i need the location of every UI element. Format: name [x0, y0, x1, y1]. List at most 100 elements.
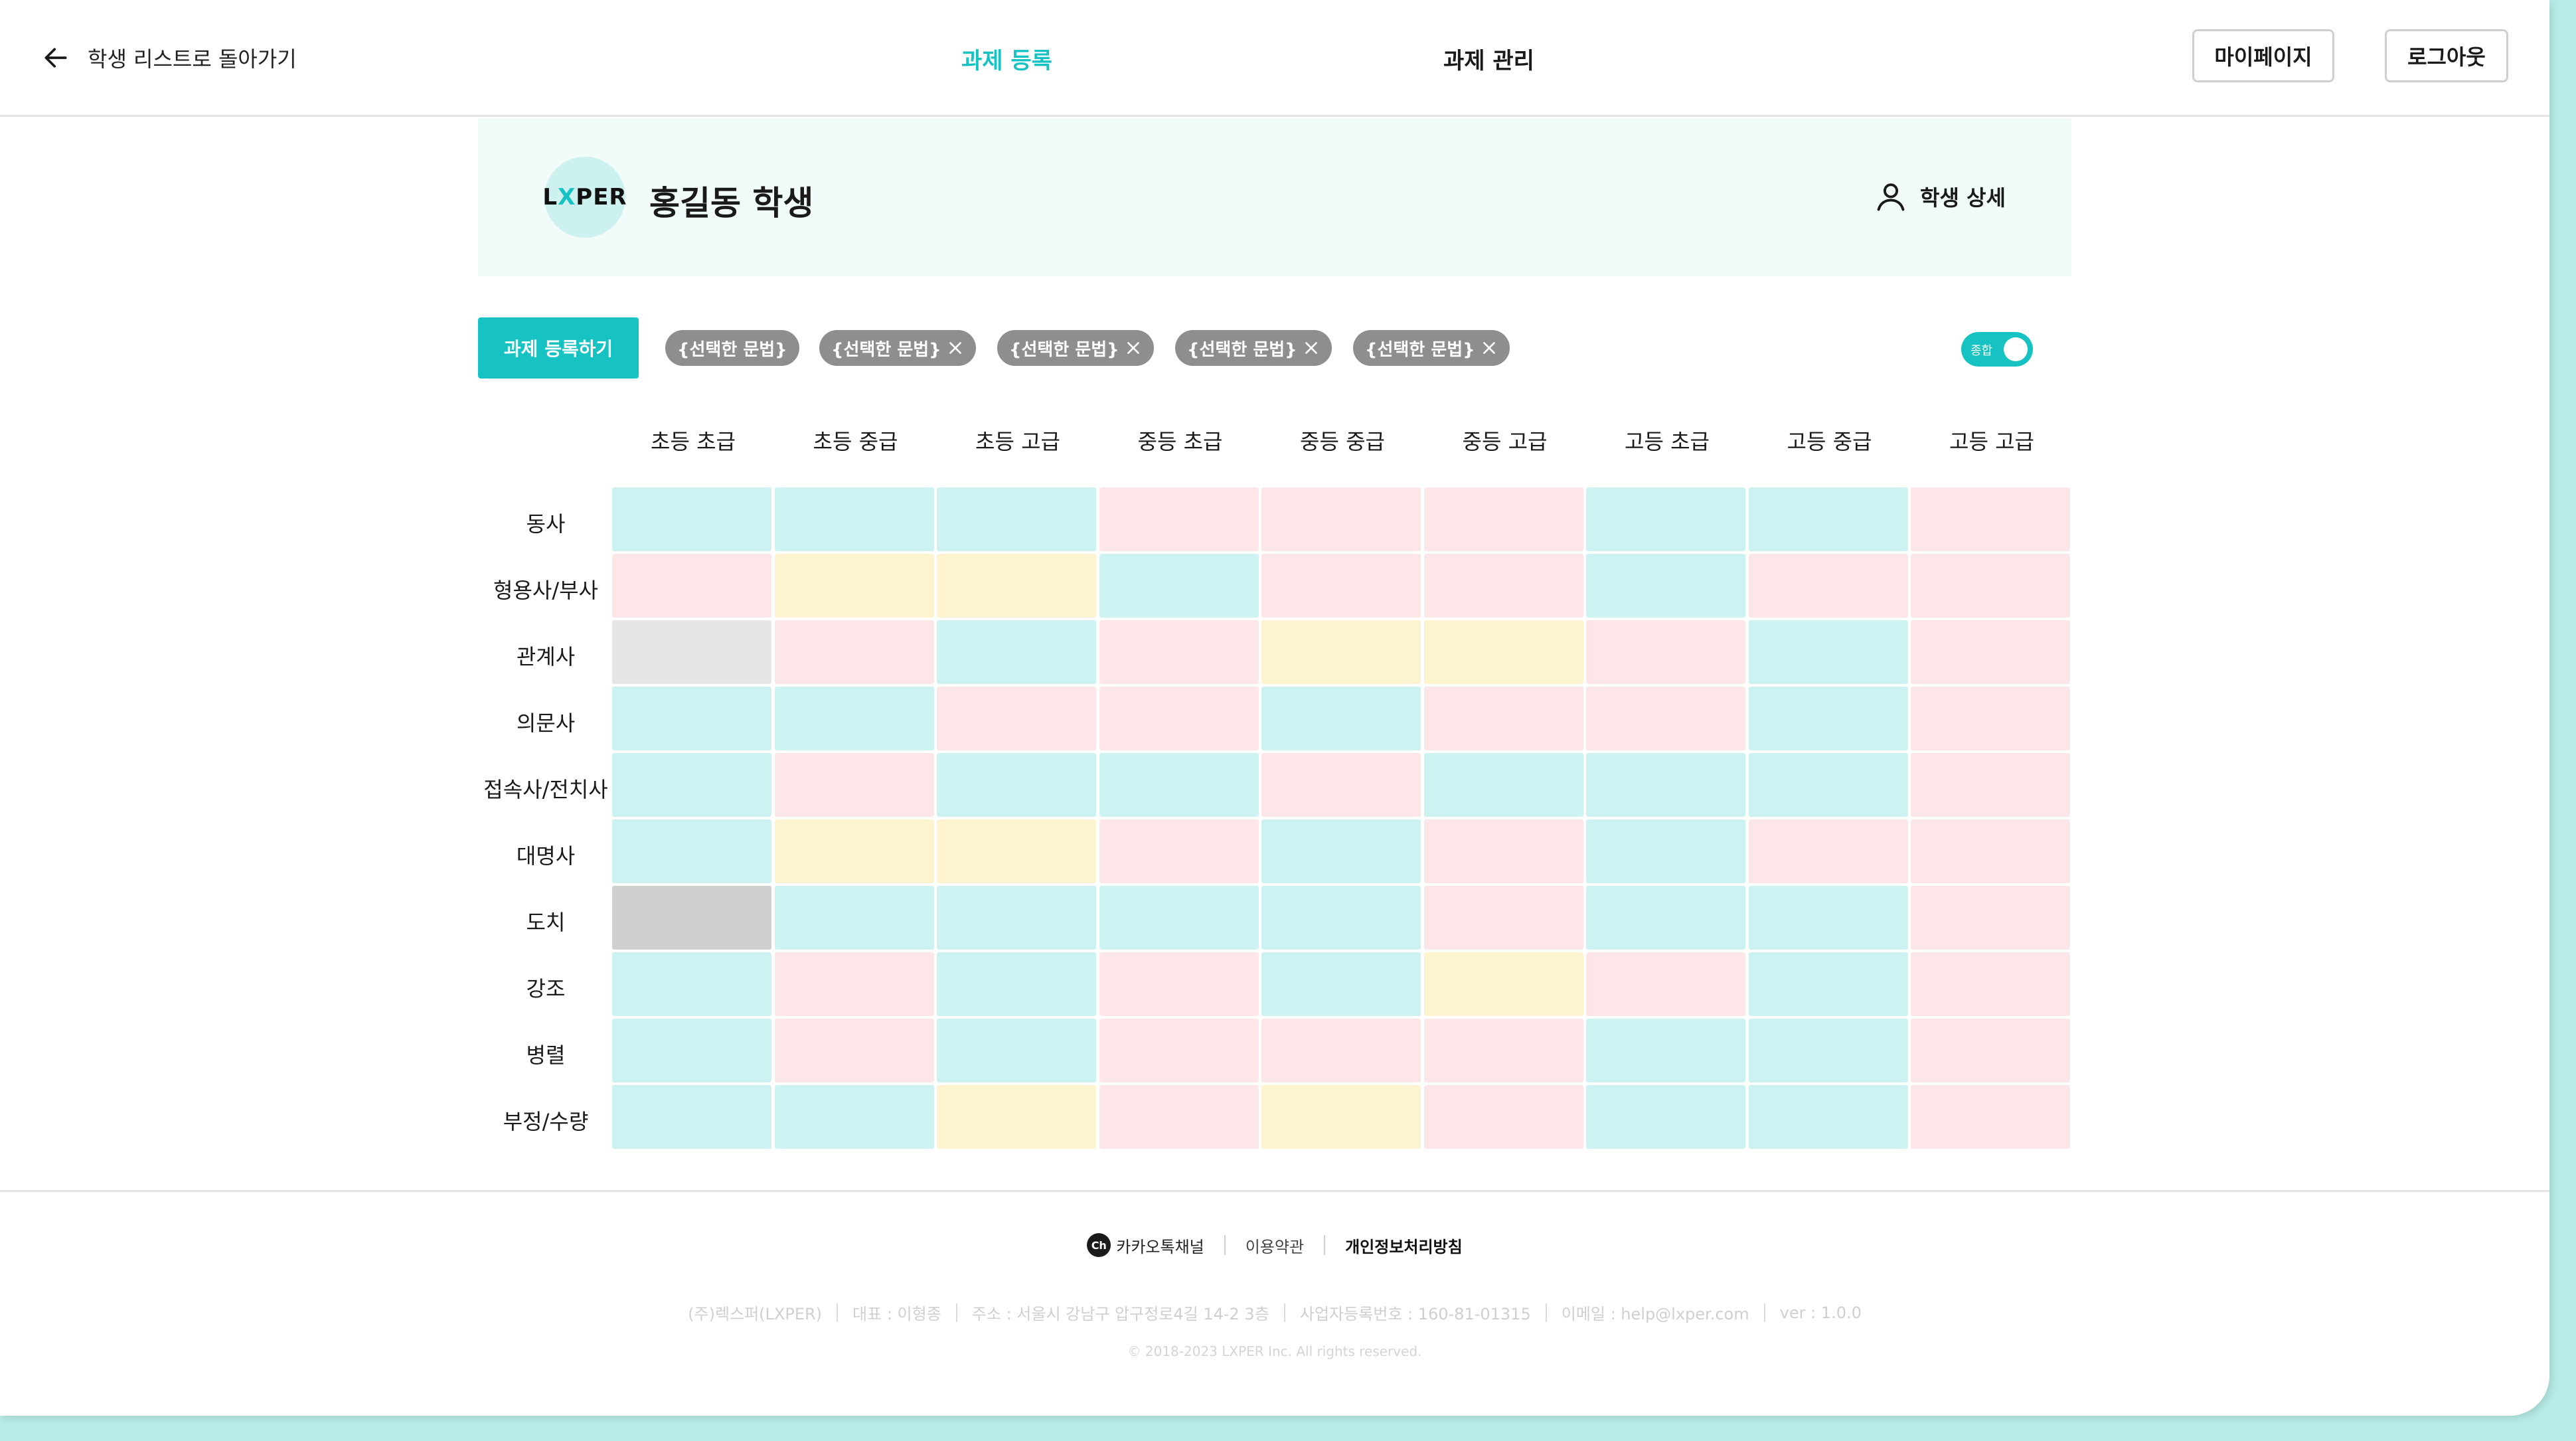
- grid-cell[interactable]: [774, 952, 934, 1016]
- grid-cell[interactable]: [612, 554, 771, 618]
- grid-cell[interactable]: [612, 620, 771, 684]
- grid-cell[interactable]: [1099, 620, 1259, 684]
- grid-cell[interactable]: [1586, 1019, 1745, 1082]
- grid-cell[interactable]: [1099, 487, 1259, 551]
- nav-assignment-register[interactable]: 과제 등록: [961, 42, 1052, 75]
- grid-cell[interactable]: [1748, 952, 1908, 1016]
- grid-cell[interactable]: [937, 487, 1096, 551]
- grid-cell[interactable]: [1911, 554, 2070, 618]
- grid-cell[interactable]: [1423, 753, 1583, 817]
- grid-cell[interactable]: [937, 819, 1096, 883]
- grid-cell[interactable]: [1099, 554, 1259, 618]
- grid-cell[interactable]: [1748, 554, 1908, 618]
- grid-cell[interactable]: [937, 886, 1096, 950]
- grid-cell[interactable]: [1099, 952, 1259, 1016]
- grid-cell[interactable]: [1748, 1085, 1908, 1149]
- register-assignment-button[interactable]: 과제 등록하기: [478, 317, 639, 379]
- grid-cell[interactable]: [1099, 1085, 1259, 1149]
- back-to-student-list-link[interactable]: 학생 리스트로 돌아가기: [41, 40, 297, 76]
- grid-cell[interactable]: [1261, 1085, 1421, 1149]
- grid-cell[interactable]: [937, 753, 1096, 817]
- grid-cell[interactable]: [774, 753, 934, 817]
- grid-cell[interactable]: [1099, 687, 1259, 750]
- kakao-channel-link[interactable]: Ch 카카오톡채널: [1087, 1233, 1204, 1257]
- grid-cell[interactable]: [1261, 753, 1421, 817]
- grid-cell[interactable]: [1911, 620, 2070, 684]
- grid-cell[interactable]: [1911, 1085, 2070, 1149]
- close-icon[interactable]: [1303, 339, 1320, 357]
- grid-cell[interactable]: [1261, 886, 1421, 950]
- grid-cell[interactable]: [1423, 620, 1583, 684]
- grid-cell[interactable]: [1911, 753, 2070, 817]
- grid-cell[interactable]: [1423, 886, 1583, 950]
- grid-cell[interactable]: [1423, 687, 1583, 750]
- grid-cell[interactable]: [774, 487, 934, 551]
- grid-cell[interactable]: [612, 753, 771, 817]
- grid-cell[interactable]: [1099, 819, 1259, 883]
- grid-cell[interactable]: [612, 487, 771, 551]
- grid-cell[interactable]: [1261, 620, 1421, 684]
- grid-cell[interactable]: [1261, 687, 1421, 750]
- grid-cell[interactable]: [774, 687, 934, 750]
- grid-cell[interactable]: [1911, 687, 2070, 750]
- grid-cell[interactable]: [1423, 554, 1583, 618]
- grid-cell[interactable]: [1586, 886, 1745, 950]
- grid-cell[interactable]: [1261, 819, 1421, 883]
- grid-cell[interactable]: [774, 1019, 934, 1082]
- grid-cell[interactable]: [937, 1019, 1096, 1082]
- grid-cell[interactable]: [1099, 1019, 1259, 1082]
- grid-cell[interactable]: [774, 1085, 934, 1149]
- grid-cell[interactable]: [1261, 952, 1421, 1016]
- student-detail-link[interactable]: 학생 상세: [1874, 179, 2006, 214]
- grid-cell[interactable]: [1748, 753, 1908, 817]
- grid-cell[interactable]: [1586, 819, 1745, 883]
- grid-cell[interactable]: [1261, 1019, 1421, 1082]
- grid-cell[interactable]: [1261, 554, 1421, 618]
- grid-cell[interactable]: [1748, 886, 1908, 950]
- grammar-chip[interactable]: {선택한 문법}: [997, 330, 1154, 366]
- grid-cell[interactable]: [1586, 487, 1745, 551]
- grid-cell[interactable]: [1099, 753, 1259, 817]
- grid-cell[interactable]: [1586, 620, 1745, 684]
- grid-cell[interactable]: [937, 952, 1096, 1016]
- grid-cell[interactable]: [1423, 819, 1583, 883]
- grid-cell[interactable]: [1586, 554, 1745, 618]
- grid-cell[interactable]: [1911, 1019, 2070, 1082]
- grid-cell[interactable]: [1099, 886, 1259, 950]
- grid-cell[interactable]: [937, 554, 1096, 618]
- grammar-chip[interactable]: {선택한 문법}: [819, 330, 976, 366]
- grid-cell[interactable]: [1586, 753, 1745, 817]
- grid-cell[interactable]: [1911, 952, 2070, 1016]
- grid-cell[interactable]: [612, 819, 771, 883]
- grid-cell[interactable]: [612, 1085, 771, 1149]
- grid-cell[interactable]: [774, 886, 934, 950]
- grid-cell[interactable]: [1748, 620, 1908, 684]
- mypage-button[interactable]: 마이페이지: [2192, 29, 2334, 82]
- grammar-chip[interactable]: {선택한 문법}: [1175, 330, 1332, 366]
- privacy-policy-link[interactable]: 개인정보처리방침: [1345, 1234, 1463, 1257]
- grid-cell[interactable]: [774, 819, 934, 883]
- nav-assignment-manage[interactable]: 과제 관리: [1443, 42, 1534, 75]
- grid-cell[interactable]: [774, 620, 934, 684]
- grid-cell[interactable]: [612, 1019, 771, 1082]
- summary-toggle[interactable]: 종합: [1961, 332, 2033, 367]
- grid-cell[interactable]: [1911, 487, 2070, 551]
- grid-cell[interactable]: [612, 886, 771, 950]
- grid-cell[interactable]: [1423, 1085, 1583, 1149]
- grid-cell[interactable]: [1586, 687, 1745, 750]
- grid-cell[interactable]: [612, 952, 771, 1016]
- grid-cell[interactable]: [937, 620, 1096, 684]
- grid-cell[interactable]: [1748, 487, 1908, 551]
- close-icon[interactable]: [947, 339, 964, 357]
- grid-cell[interactable]: [1423, 487, 1583, 551]
- grid-cell[interactable]: [937, 687, 1096, 750]
- grid-cell[interactable]: [774, 554, 934, 618]
- close-icon[interactable]: [1125, 339, 1142, 357]
- grid-cell[interactable]: [1586, 952, 1745, 1016]
- grid-cell[interactable]: [612, 687, 771, 750]
- grid-cell[interactable]: [1748, 1019, 1908, 1082]
- grid-cell[interactable]: [1748, 687, 1908, 750]
- close-icon[interactable]: [1481, 339, 1498, 357]
- grid-cell[interactable]: [1423, 1019, 1583, 1082]
- grid-cell[interactable]: [1586, 1085, 1745, 1149]
